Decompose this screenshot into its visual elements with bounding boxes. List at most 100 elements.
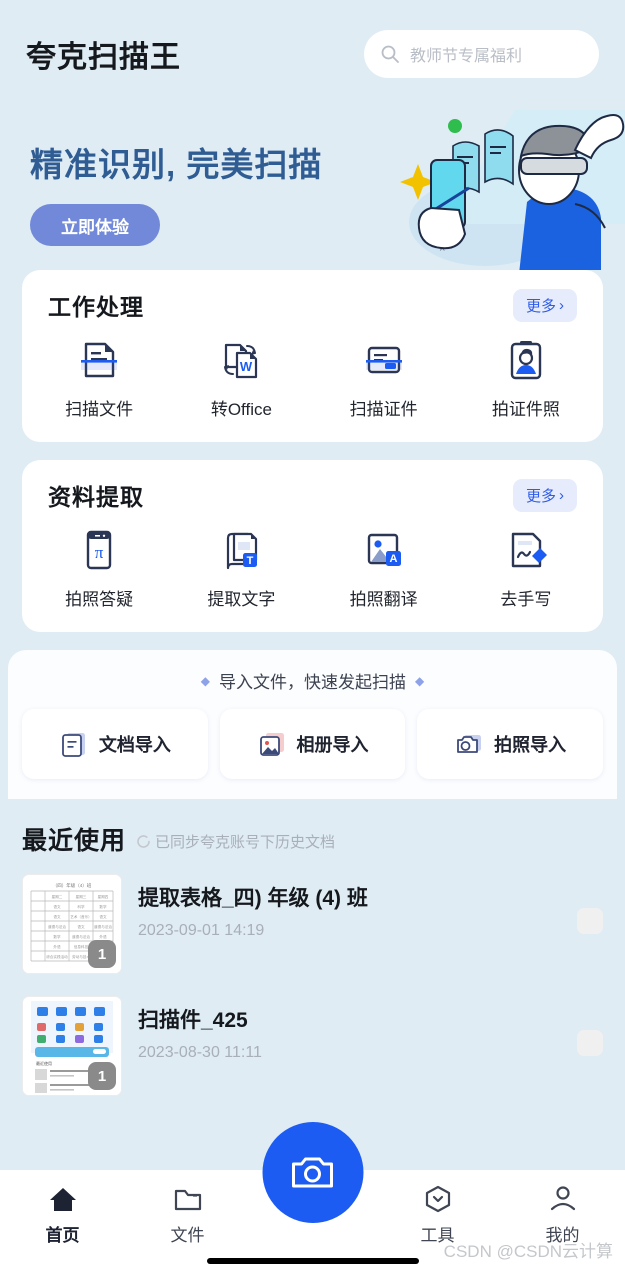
more-button-extract[interactable]: 更多 ›: [512, 478, 577, 512]
svg-text:W: W: [240, 359, 253, 374]
sync-status: 已同步夸克账号下历史文档: [136, 831, 335, 852]
row-more-button[interactable]: [577, 1030, 603, 1056]
remove-handwriting-icon: [511, 532, 547, 568]
tile-photo-translate[interactable]: A 拍照翻译: [313, 526, 455, 610]
camera-import-icon: [457, 735, 482, 753]
file-name: 提取表格_四) 年级 (4) 班: [138, 887, 368, 910]
page-title: 夸克扫描王: [26, 41, 181, 74]
diamond-right-icon: ◆: [415, 673, 425, 688]
tile-scan-document[interactable]: 扫描文件: [28, 336, 170, 420]
svg-text:科学: 科学: [77, 904, 85, 909]
nav-item-home[interactable]: 首页: [0, 1184, 125, 1246]
table-document-thumbnail: （四）年级（4）班 星期二 星期三 星期四 语文 科学 数学 语文 艺术（音乐） 语文 道德…: [22, 874, 122, 974]
search-placeholder-text: 教师节专属福利: [410, 48, 523, 65]
svg-text:语文: 语文: [77, 924, 85, 929]
import-button-label: 相册导入: [296, 735, 369, 755]
bottom-navigation: 首页 文件 工具 我的 CSDN @CSDN云计算: [0, 1122, 625, 1280]
section-title: 工作处理: [48, 294, 144, 320]
nav-item-files[interactable]: 文件: [125, 1184, 250, 1246]
search-icon: [381, 45, 399, 63]
camera-capture-button[interactable]: [262, 1122, 363, 1223]
tile-label: 去手写: [500, 590, 552, 609]
section-card-work: 工作处理 更多 › 扫描文件 W 转Office 扫描证件 拍证件照: [22, 270, 603, 442]
app-header: 夸克扫描王 教师节专属福利: [0, 0, 625, 108]
svg-text:道德与法治: 道德与法治: [48, 924, 66, 929]
svg-text:道德与法治: 道德与法治: [72, 934, 90, 939]
tile-math-solver[interactable]: π 拍照答疑: [28, 526, 170, 610]
gallery-import-button[interactable]: 相册导入: [219, 709, 406, 779]
file-meta: 扫描件_425 2023-08-30 11:11: [138, 996, 561, 1062]
list-item[interactable]: （四）年级（4）班 星期二 星期三 星期四 语文 科学 数学 语文 艺术（音乐） 语文 道德…: [0, 863, 625, 985]
promo-banner[interactable]: 精准识别, 完美扫描 立即体验 ×: [0, 108, 625, 270]
import-button-row: 文档导入 相册导入 拍照导入: [22, 709, 604, 779]
svg-text:数学: 数学: [53, 934, 61, 939]
math-solver-icon: π: [86, 530, 112, 570]
tile-extract-text[interactable]: T 提取文字: [170, 526, 312, 610]
recent-header: 最近使用 已同步夸克账号下历史文档: [0, 799, 625, 863]
row-more-button[interactable]: [577, 908, 603, 934]
chevron-right-icon: ›: [559, 486, 564, 504]
nav-label: 文件: [170, 1226, 205, 1245]
page-count-badge: 1: [88, 940, 116, 968]
svg-text:外语: 外语: [53, 944, 61, 949]
import-heading: ◆ 导入文件，快速发起扫描 ◆: [22, 668, 603, 693]
tile-label: 转Office: [210, 400, 272, 419]
svg-text:最近使用: 最近使用: [36, 1060, 52, 1066]
tile-label: 扫描证件: [349, 400, 418, 419]
svg-text:A: A: [389, 553, 397, 565]
file-date: 2023-09-01 14:19: [138, 922, 265, 939]
watermark: CSDN @CSDN云计算: [443, 1242, 613, 1261]
file-name: 扫描件_425: [138, 1009, 248, 1032]
import-button-label: 文档导入: [98, 735, 171, 755]
app-screenshot-thumbnail: 最近使用 1: [22, 996, 122, 1096]
document-import-icon: [61, 733, 85, 757]
tile-grid-work: 扫描文件 W 转Office 扫描证件 拍证件照: [28, 336, 597, 420]
tile-label: 拍照答疑: [65, 590, 134, 609]
section-title: 资料提取: [48, 484, 144, 510]
svg-text:星期二: 星期二: [52, 894, 63, 899]
photo-translate-icon: A: [367, 533, 401, 566]
more-label: 更多: [525, 297, 556, 315]
svg-text:艺术（音乐）: 艺术（音乐）: [70, 914, 92, 919]
tile-label: 提取文字: [207, 590, 276, 609]
document-import-button[interactable]: 文档导入: [22, 709, 208, 779]
section-header-work: 工作处理 更多 ›: [28, 288, 597, 322]
svg-text:星期三: 星期三: [76, 894, 87, 899]
tile-scan-id-card[interactable]: 扫描证件: [313, 336, 455, 420]
section-card-extract: 资料提取 更多 › π 拍照答疑 T 提取文字 A 拍照翻译 去手写: [22, 460, 603, 632]
scanning-illustration: ×: [400, 110, 625, 270]
id-photo-icon: [510, 341, 542, 380]
tile-id-photo[interactable]: 拍证件照: [455, 336, 597, 420]
svg-text:π: π: [95, 543, 104, 562]
folder-icon: [174, 1189, 201, 1211]
camera-import-button[interactable]: 拍照导入: [417, 709, 604, 779]
section-header-extract: 资料提取 更多 ›: [28, 478, 597, 512]
convert-office-icon: W: [224, 343, 258, 379]
svg-text:（四）年级（4）班: （四）年级（4）班: [53, 882, 92, 889]
tile-remove-handwriting[interactable]: 去手写: [455, 526, 597, 610]
file-date: 2023-08-30 11:11: [138, 1044, 262, 1061]
svg-text:道德与法治: 道德与法治: [94, 924, 112, 929]
import-heading-text: 导入文件，快速发起扫描: [219, 673, 406, 692]
svg-text:语文: 语文: [53, 914, 61, 919]
tile-grid-extract: π 拍照答疑 T 提取文字 A 拍照翻译 去手写: [28, 526, 597, 610]
more-button-work[interactable]: 更多 ›: [512, 288, 577, 322]
extract-text-icon: T: [227, 532, 258, 570]
recent-title: 最近使用: [22, 827, 127, 855]
sync-status-text: 已同步夸克账号下历史文档: [155, 834, 336, 851]
banner-cta-button[interactable]: 立即体验: [30, 204, 160, 246]
camera-icon: [292, 1157, 333, 1187]
search-input[interactable]: 教师节专属福利: [364, 30, 599, 78]
svg-text:综合实践活动: 综合实践活动: [46, 954, 68, 959]
sync-icon: [137, 835, 150, 848]
gallery-import-icon: [259, 733, 284, 756]
chevron-right-icon: ›: [559, 296, 564, 314]
tile-convert-office[interactable]: W 转Office: [170, 336, 312, 420]
page-count-badge: 1: [88, 1062, 116, 1090]
svg-text:语文: 语文: [53, 904, 61, 909]
svg-text:信息科技: 信息科技: [74, 944, 89, 949]
svg-text:数学: 数学: [99, 904, 107, 909]
home-indicator: [206, 1258, 419, 1264]
scan-document-icon: [81, 342, 118, 378]
list-item[interactable]: 最近使用 1 扫描件_425 2023-08-30 11:11: [0, 985, 625, 1107]
